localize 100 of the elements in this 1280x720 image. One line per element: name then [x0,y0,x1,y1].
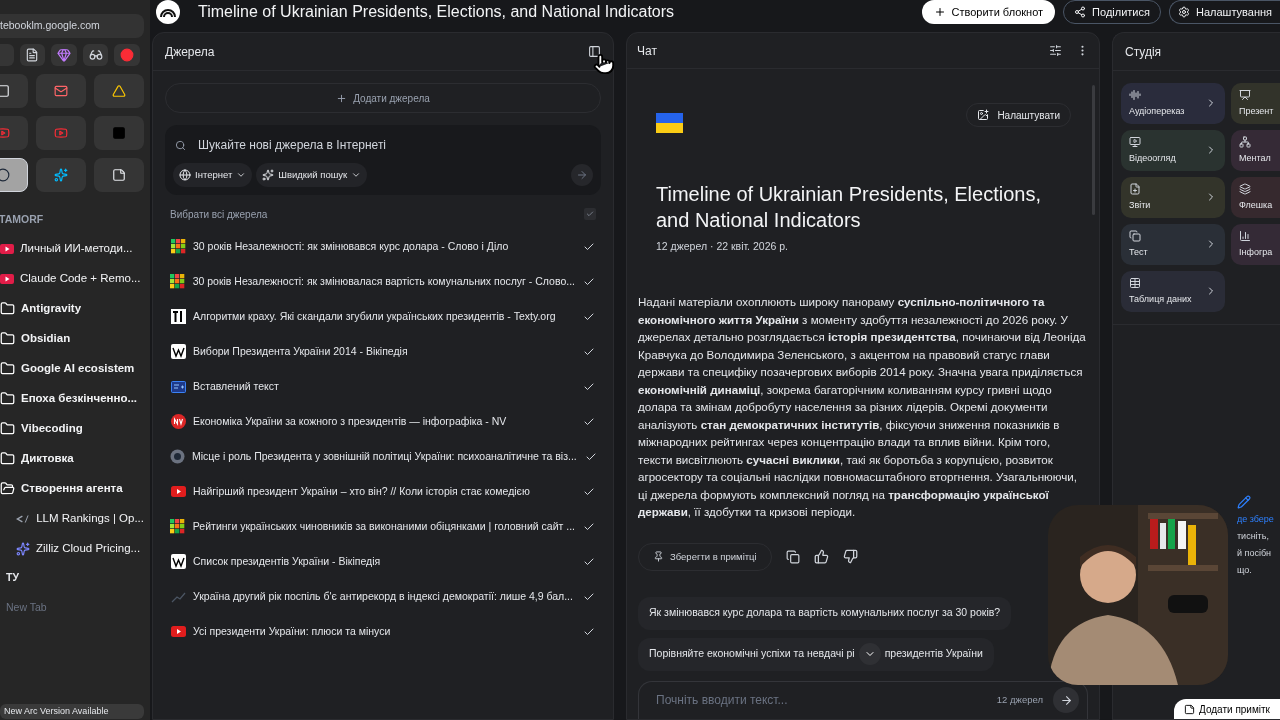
globe-icon [170,449,185,464]
sidebar-folder[interactable]: Obsidian [0,323,144,354]
source-title[interactable]: Місце і роль Президента у зовнішній політиці України: психоаналітичне та віз... [192,448,577,465]
sidebar-folder[interactable]: Antigravity [0,293,144,324]
studio-card[interactable]: Аудіопереказ [1121,83,1225,124]
studio-card[interactable]: Відеоогляд [1121,130,1225,171]
pin-icon [653,551,664,563]
add-note-button[interactable]: Додати примітк [1174,699,1280,719]
sparkle-icon [262,169,275,181]
sidebar-folder[interactable]: Google AI ecosistem [0,353,144,384]
card-label: Відеоогляд [1129,151,1177,165]
create-notebook-button[interactable]: Створити блокнот [921,0,1056,24]
studio-card[interactable]: Звіти [1121,177,1225,218]
select-all-checkbox[interactable] [584,208,596,220]
pinned-tab[interactable] [94,158,144,192]
dot-icon [120,48,135,62]
source-title[interactable]: Економіка України за кожного з президентів — інфографіка - NV [193,413,507,430]
source-title[interactable]: Список президентів України - Вікіпедія [193,553,381,570]
scroll-down-button[interactable] [858,643,881,666]
grid-icon [170,239,186,254]
image-plus-icon [977,109,990,122]
mindmap-icon [1239,135,1251,148]
pencil-icon[interactable] [1237,495,1251,509]
pinned-tab[interactable] [82,44,109,66]
studio-card[interactable]: Презент [1231,83,1280,124]
wiki-icon [170,344,186,359]
pinned-tab[interactable] [51,44,77,66]
sidebar-tab[interactable]: Zilliz Cloud Pricing... [12,533,144,564]
card-label: Таблиця даних [1129,292,1193,306]
paste-icon [170,380,186,393]
card-label: Ментал [1239,151,1272,165]
note-link[interactable]: де збере [1237,511,1274,528]
source-title[interactable]: Усі президенти України: плюси та мінуси [193,623,391,640]
pinned-tab[interactable] [36,158,86,192]
sidebar-folder[interactable]: Диктовка [0,443,144,474]
panel-toggle-icon[interactable] [588,45,601,58]
source-count: 12 джерел [996,693,1043,708]
mode-dropdown[interactable]: Швидкий пошук [256,163,368,187]
source-title[interactable]: Рейтинги українських чиновників за виконаними обіцянками | головний сайт ... [192,518,575,535]
folder-icon [0,451,15,467]
thumbs-down-icon[interactable] [842,549,858,565]
flag-icon [656,113,683,134]
note-icon [112,168,126,182]
source-title[interactable]: Вставлений текст [193,378,279,395]
audio-icon [1129,88,1141,101]
card-label: Звіти [1129,198,1152,212]
play-icon [170,626,186,637]
chat-input[interactable]: Почніть вводити текст... [656,691,997,710]
studio-card[interactable]: Інфогра [1231,224,1280,265]
sidebar-tab[interactable]: Claude Code + Remo... [0,263,144,294]
studio-card[interactable]: Флешка [1231,177,1280,218]
source-title[interactable]: Алгоритми краху. Які скандали згубили українських президентів - Texty.org [193,308,556,325]
suggestion-text: президентів України [884,646,983,662]
source-title[interactable]: 30 років Незалежності: як змінювався курс долара - Слово і Діло [193,238,509,255]
studio-card[interactable]: Таблиця даних [1121,271,1225,312]
source-title[interactable]: Україна другий рік поспіль б'є антирекорд в індексі демократії: лише 4,9 бал... [193,588,573,605]
sidebar-folder[interactable]: Створення агента [0,473,144,504]
suggestion-chip[interactable]: Порівняйте економічні успіхи та невдачі рі президентів України [638,637,994,671]
panel-title: Джерела [165,43,215,61]
arrow-icon [576,169,588,181]
triangle-icon [112,84,126,98]
logo-icon [170,309,186,324]
source-title[interactable]: Найгірший президент України – хто він? // Коли історія стає комедією [193,483,530,500]
square-icon [112,126,126,140]
settings-icon[interactable] [1049,44,1062,58]
note-icon [1184,703,1196,715]
pinned-tab[interactable] [94,74,144,108]
sparkle-icon [16,541,30,556]
share-icon [1074,6,1087,18]
sidebar-folder[interactable]: Vibecoding [0,413,144,444]
sidebar-tab[interactable]: LLM Rankings | Op... [12,503,144,534]
chat-input-box[interactable]: Почніть вводити текст... 12 джерел [638,680,1088,719]
card-label: Тест [1129,245,1149,259]
scope-dropdown[interactable]: Інтернет [173,163,253,187]
studio-card[interactable]: Тест [1121,224,1225,265]
pinned-tab[interactable] [19,44,46,66]
card-label: Аудіопереказ [1129,104,1186,118]
note-text: й посібн [1237,547,1272,560]
notebook-title: Timeline of Ukrainian Presidents, Elections, and National Indicators [198,2,675,22]
studio-card[interactable]: Ментал [1231,130,1280,171]
folder-icon [0,421,15,437]
source-title[interactable]: Вибори Президента України 2014 - Вікіпедія [193,343,408,360]
url-field[interactable]: tebooklm.google.com [0,14,144,38]
search-field[interactable]: Шукайте нові джерела в Інтернеті Інтернет Швидкий пошук [165,125,601,195]
card-label: Інфогра [1239,245,1274,259]
sidebar-tab[interactable]: Личный ИИ-методи... [0,233,144,264]
cursor-icon [593,53,615,75]
suggestion-chip[interactable]: Як змінювався курс долара та вартість комунальних послуг за 30 років? [638,596,1012,630]
arrow-icon [1059,693,1073,707]
update-notice[interactable]: New Arc Version Available [0,703,144,719]
quiz-icon [1129,229,1141,242]
source-title[interactable]: 30 років Незалежності: як змінювалася вартість комунальних послуг - Слово... [192,273,575,290]
send-button[interactable] [1053,687,1079,714]
check-icon [586,210,594,218]
copy-icon[interactable] [785,549,800,564]
caret-icon [236,170,247,180]
thumbs-up-icon[interactable] [813,549,829,565]
sidebar-folder[interactable]: Епоха безкінченно... [0,383,144,414]
folder-icon [0,301,15,317]
panel-title: Чат [637,42,657,60]
